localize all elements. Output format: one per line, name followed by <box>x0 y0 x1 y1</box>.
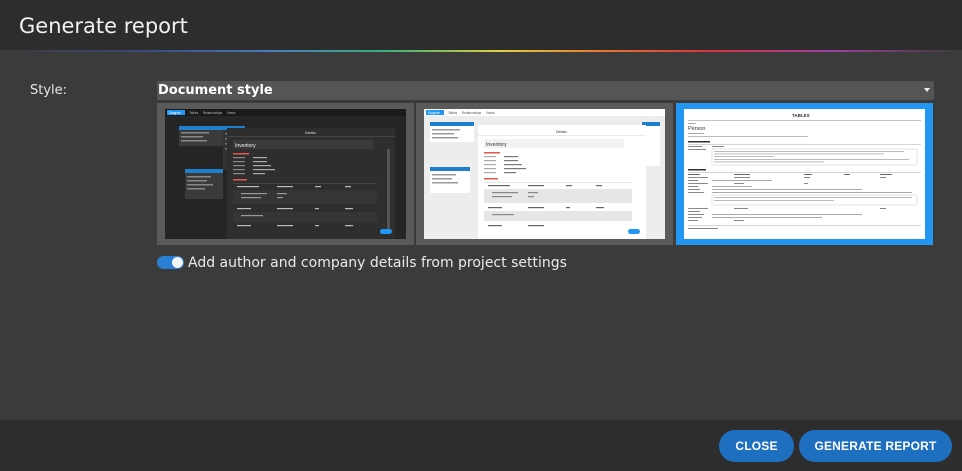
document-preview-graphic: TABLES Person <box>688 113 921 229</box>
thumbnail-light-preview: Diagram Tables Relationships Views Detai… <box>424 109 665 239</box>
style-label: Style: <box>30 83 68 98</box>
dark-panel-name: Inventory <box>235 143 256 149</box>
header-accent-line <box>0 50 962 52</box>
dialog-title: Generate report <box>19 14 188 38</box>
light-preview-graphic: Diagram Tables Relationships Views Detai… <box>424 109 665 239</box>
style-select-value: Document style <box>158 83 273 98</box>
dark-panel-title: Details <box>305 131 316 135</box>
generate-report-button[interactable]: GENERATE REPORT <box>799 430 952 462</box>
close-button[interactable]: CLOSE <box>719 430 794 462</box>
thumbnail-dark-style[interactable]: Diagram Tables Relationships Views Detai… <box>157 103 414 245</box>
author-details-label: Add author and company details from proj… <box>188 255 567 271</box>
dark-tab-tables: Tables <box>189 111 199 115</box>
dialog-header: Generate report <box>0 0 962 50</box>
toggle-knob <box>172 257 183 268</box>
light-tab-tables: Tables <box>448 111 458 115</box>
light-tab-diagram: Diagram <box>428 111 440 115</box>
dark-tab-diagram: Diagram <box>169 111 181 115</box>
style-select[interactable]: Document style <box>157 81 934 100</box>
thumbnail-document-preview: TABLES Person <box>684 109 925 239</box>
thumbnail-light-style[interactable]: Diagram Tables Relationships Views Detai… <box>416 103 673 245</box>
light-panel-title: Details <box>556 130 567 134</box>
dark-preview-graphic: Diagram Tables Relationships Views Detai… <box>165 109 406 239</box>
dark-tab-views: Views <box>227 111 236 115</box>
doc-table-name: Person <box>688 126 705 132</box>
dark-tab-relationships: Relationships <box>203 111 223 115</box>
author-details-toggle[interactable] <box>157 256 184 269</box>
chevron-down-icon <box>924 88 930 92</box>
light-tab-relationships: Relationships <box>462 111 482 115</box>
light-panel-name: Inventory <box>486 142 507 148</box>
thumbnail-document-style[interactable]: TABLES Person <box>676 103 933 245</box>
doc-section-title: TABLES <box>792 113 810 118</box>
thumbnail-dark-preview: Diagram Tables Relationships Views Detai… <box>165 109 406 239</box>
light-tab-views: Views <box>486 111 495 115</box>
